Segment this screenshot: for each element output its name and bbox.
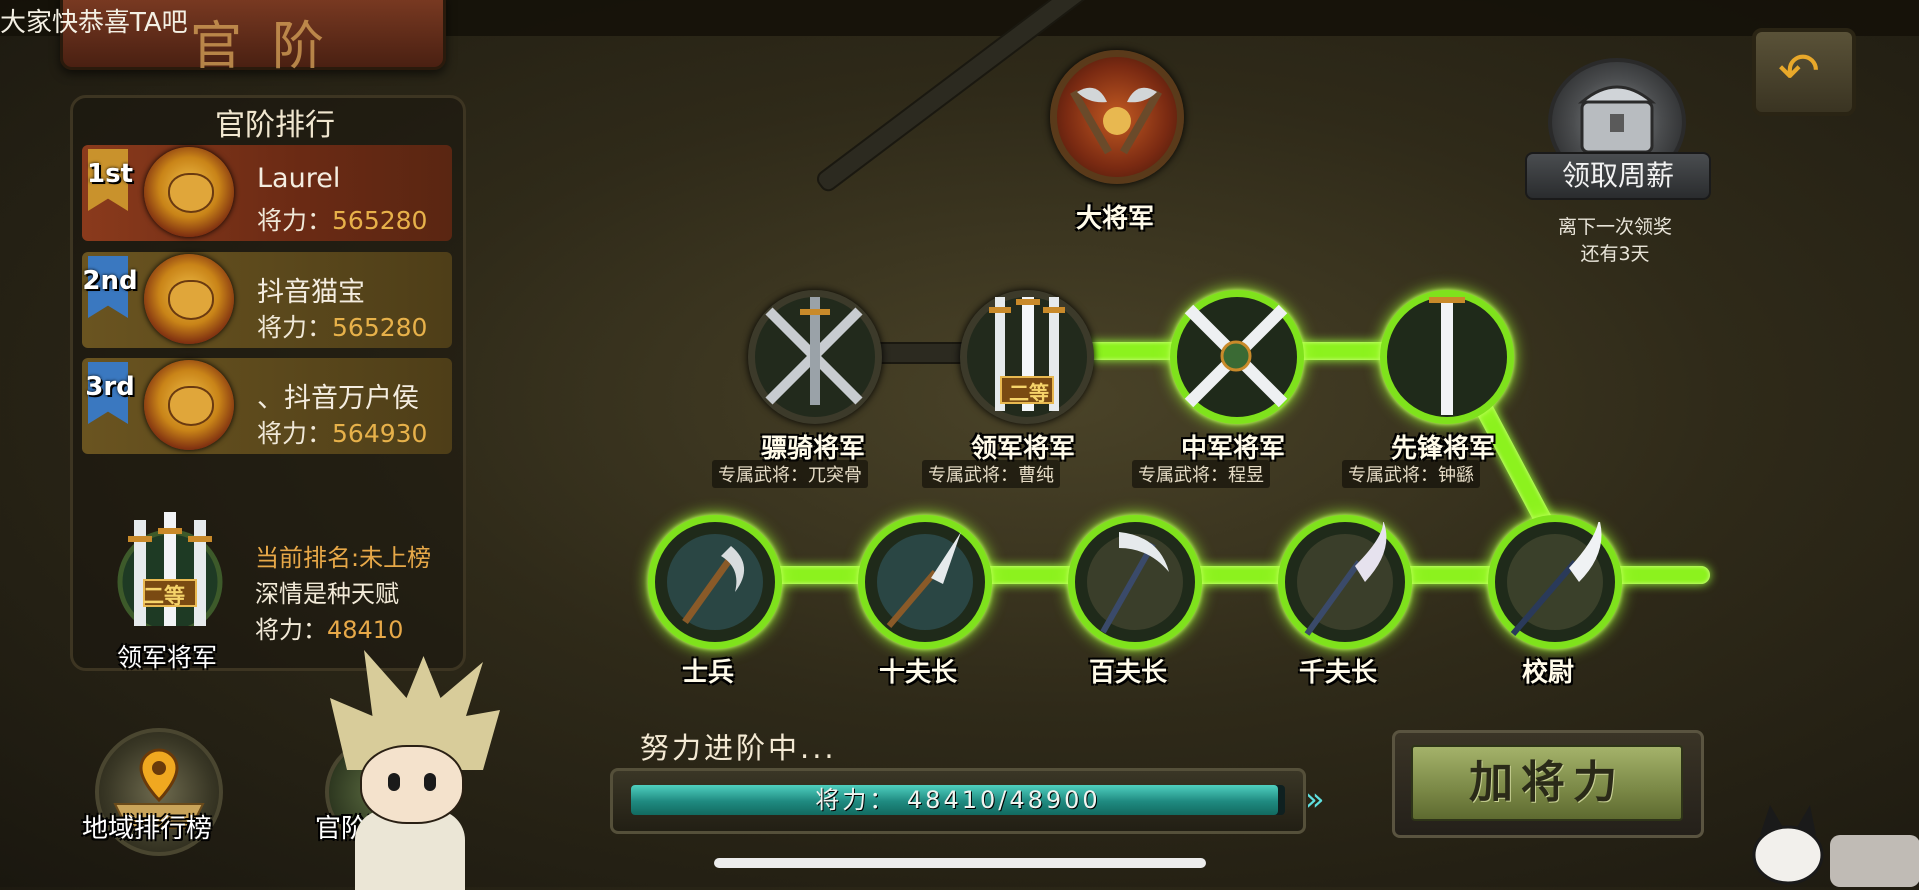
rank-badge: 1st <box>87 159 133 189</box>
axe-icon <box>1070 87 1162 155</box>
glaive-icon <box>1507 518 1603 636</box>
rank-label: 士兵 <box>681 658 734 688</box>
player-power: 将力：565280 <box>257 308 427 344</box>
rank-label: 千夫长 <box>1298 658 1377 688</box>
add-power-button-frame[interactable]: 加将力 <box>1392 730 1704 838</box>
power-label: 将力： <box>257 313 333 342</box>
rank-label: 十夫长 <box>878 658 957 688</box>
rank-label: 百夫长 <box>1088 658 1167 688</box>
sword-icon <box>1184 304 1288 408</box>
power-value: 565280 <box>332 313 428 342</box>
player-power: 将力：565280 <box>257 201 427 237</box>
power-label: 将力： <box>255 616 327 644</box>
progress-caption: 努力进阶中... <box>640 731 837 765</box>
rank-node-soldier[interactable] <box>648 515 782 649</box>
rank-node-center-general[interactable] <box>1170 290 1304 424</box>
rank-node-captain[interactable] <box>1488 515 1622 649</box>
back-arrow-icon: ↶ <box>1778 42 1820 100</box>
exclusive-general: 专属武将：兀突骨 <box>712 460 868 488</box>
exclusive-general: 专属武将：曹纯 <box>922 460 1060 488</box>
rank-node-grand-general[interactable] <box>1050 50 1184 184</box>
rank-node-decurion[interactable] <box>858 515 992 649</box>
pickaxe-icon <box>1087 532 1183 634</box>
rank-node-leading-general[interactable]: 二等 <box>960 283 1094 424</box>
power-value: 565280 <box>332 206 428 235</box>
ranking-row[interactable]: 3rd 、抖音万户侯 将力：564930 <box>82 358 452 454</box>
salary-note-line: 离下一次领奖 <box>1557 216 1672 238</box>
ranking-title: 官阶排行 <box>215 108 335 143</box>
power-label: 将力： <box>257 206 333 235</box>
my-rank-title: 领军将军 <box>117 643 218 672</box>
lion-head-icon <box>144 254 234 344</box>
rank-label: 大将军 <box>1075 204 1154 234</box>
tier-tag: 二等 <box>143 584 185 608</box>
glaive-icon <box>667 534 763 630</box>
lion-head-icon <box>144 147 234 237</box>
progress-bar: 将力： 48410/48900 <box>610 768 1306 834</box>
page-title: 官阶 <box>190 17 355 77</box>
cat-watermark-icon <box>1752 805 1919 887</box>
congrats-caption: 大家快恭喜TA吧 <box>0 8 188 38</box>
sword-icon <box>877 532 973 630</box>
lion-head-icon <box>144 360 234 450</box>
exclusive-general: 专属武将：程昱 <box>1132 460 1270 488</box>
rank-node-centurion[interactable] <box>1068 515 1202 649</box>
add-power-button[interactable]: 加将力 <box>1411 745 1683 821</box>
rank-badge: 3rd <box>85 372 135 402</box>
my-rank-card: 二等 领军将军 当前排名:未上榜 深情是种天赋 将力：48410 <box>80 512 460 672</box>
chevron-right-icon: » <box>1305 780 1325 818</box>
rank-node-vanguard-general[interactable] <box>1380 279 1514 424</box>
player-power: 将力：564930 <box>257 414 427 450</box>
my-rank-status: 当前排名:未上榜 <box>255 544 432 572</box>
ranking-row[interactable]: 1st Laurel 将力：565280 <box>82 145 452 241</box>
player-name: 、抖音万户侯 <box>257 383 419 414</box>
region-rank-label: 地域排行榜 <box>82 814 213 844</box>
rank-label: 校尉 <box>1521 658 1574 688</box>
player-name: 抖音猫宝 <box>257 277 365 308</box>
salary-countdown: 离下一次领奖 还有3天 <box>1520 212 1710 266</box>
power-label: 将力： <box>257 419 333 448</box>
sword-icon <box>1429 279 1465 415</box>
rank-badge: 2nd <box>82 266 138 296</box>
power-value: 48410 <box>327 616 404 644</box>
sword-icon <box>765 293 863 405</box>
progress-track: 将力： 48410/48900 <box>631 785 1285 815</box>
power-value: 564930 <box>332 419 428 448</box>
player-name: Laurel <box>257 163 341 194</box>
back-button[interactable]: ↶ <box>1752 28 1856 116</box>
rank-node-cavalry-general[interactable] <box>748 290 882 424</box>
my-player-name: 深情是种天赋 <box>255 580 399 608</box>
home-indicator[interactable] <box>714 858 1206 868</box>
tier-tag: 二等 <box>1009 381 1049 405</box>
rank-node-chiliarch[interactable] <box>1278 515 1412 649</box>
salary-note-line: 还有3天 <box>1580 243 1650 265</box>
glaive-icon <box>1297 520 1393 636</box>
progress-text: 将力： 48410/48900 <box>815 786 1101 814</box>
claim-salary-button[interactable]: 领取周薪 <box>1525 152 1711 200</box>
chibi-character-face <box>360 745 464 824</box>
my-power: 将力：48410 <box>255 610 403 645</box>
ranking-row[interactable]: 2nd 抖音猫宝 将力：565280 <box>82 252 452 348</box>
exclusive-general: 专属武将：钟繇 <box>1342 460 1480 488</box>
